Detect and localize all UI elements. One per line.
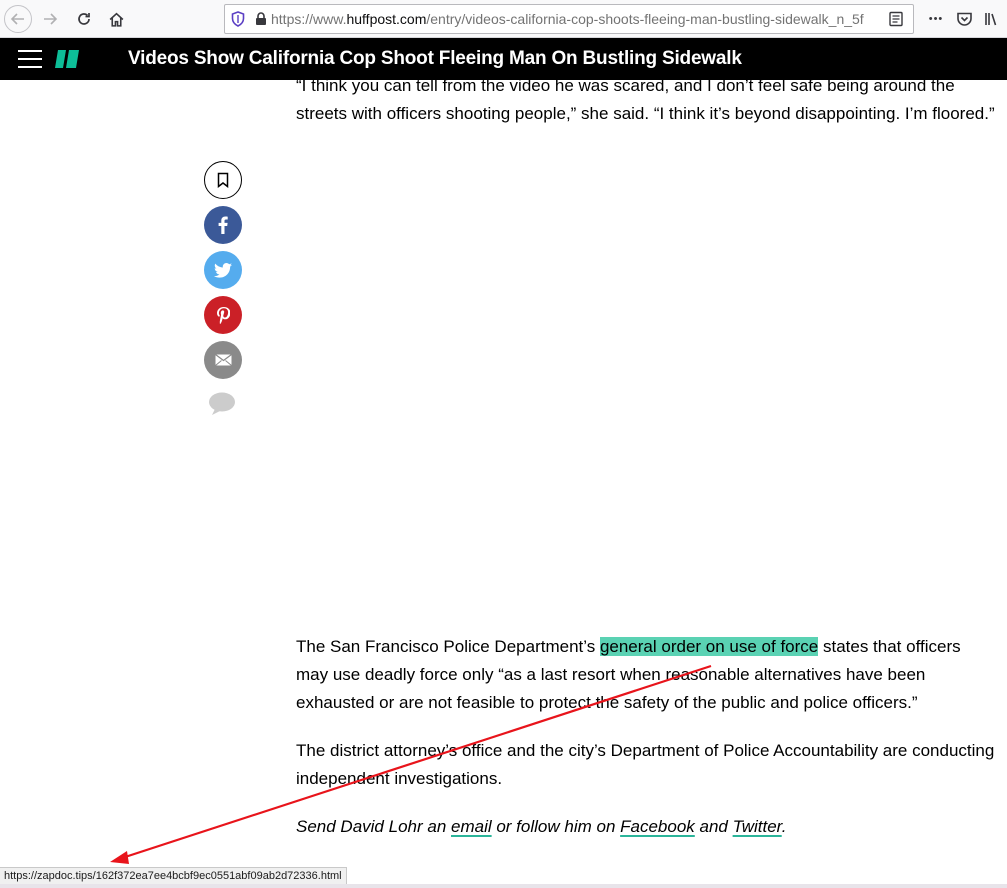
email-icon [214, 354, 232, 366]
annotation-arrow-head [110, 851, 129, 864]
author-contact-line: Send David Lohr an email or follow him o… [296, 817, 787, 836]
article-paragraph-investigations: The district attorney’s office and the c… [296, 741, 995, 788]
more-icon: ••• [928, 13, 944, 25]
tracking-shield-button[interactable] [225, 5, 251, 33]
site-security-button[interactable] [251, 5, 271, 33]
pocket-icon [956, 12, 972, 26]
bookmark-icon [217, 172, 229, 188]
page-title: Videos Show California Cop Shoot Fleeing… [128, 48, 742, 69]
twitter-share-button[interactable] [204, 251, 242, 289]
arrow-right-icon [44, 13, 58, 25]
huffpost-logo[interactable] [55, 47, 79, 71]
reload-icon [78, 13, 90, 25]
arrow-left-icon [10, 13, 24, 25]
email-author-link[interactable]: email [451, 817, 492, 836]
library-button[interactable] [980, 5, 1004, 33]
use-of-force-link[interactable]: general order on use of force [599, 637, 819, 656]
hamburger-icon [18, 50, 42, 52]
facebook-share-button[interactable] [204, 206, 242, 244]
reader-view-icon [889, 11, 903, 27]
page-actions-button[interactable]: ••• [922, 5, 950, 33]
huffpost-logo-icon [55, 50, 79, 68]
bottom-strip [0, 884, 1007, 888]
facebook-icon [218, 216, 228, 234]
facebook-author-link[interactable]: Facebook [620, 817, 695, 836]
url-domain: huffpost.com [346, 11, 427, 27]
reader-view-button[interactable] [887, 10, 905, 28]
pinterest-share-button[interactable] [204, 296, 242, 334]
browser-toolbar: https://www.huffpost.com/entry/videos-ca… [0, 0, 1007, 38]
tracking-shield-icon [231, 11, 245, 27]
url-path: /entry/videos-california-cop-shoots-flee… [426, 11, 864, 27]
lock-icon [256, 12, 266, 25]
home-icon [109, 12, 123, 27]
article-paragraph-quote: “I think you can tell from the video he … [296, 76, 995, 123]
menu-button[interactable] [18, 50, 42, 68]
email-share-button[interactable] [204, 341, 242, 379]
comment-icon [209, 392, 235, 415]
twitter-author-link[interactable]: Twitter [733, 817, 782, 836]
article-paragraph-use-of-force: The San Francisco Police Department’s ge… [296, 637, 961, 712]
forward-button[interactable] [36, 5, 64, 33]
address-bar[interactable]: https://www.huffpost.com/entry/videos-ca… [224, 4, 914, 34]
twitter-icon [214, 262, 232, 278]
pinterest-icon [216, 306, 230, 324]
library-icon [985, 13, 997, 26]
back-button[interactable] [4, 5, 32, 33]
url-prefix: https://www. [271, 11, 347, 27]
reload-button[interactable] [70, 5, 98, 33]
pocket-button[interactable] [952, 5, 976, 33]
comments-button[interactable] [207, 389, 237, 419]
bookmark-button[interactable] [204, 161, 242, 199]
url-text[interactable]: https://www.huffpost.com/entry/videos-ca… [271, 11, 871, 27]
home-button[interactable] [102, 5, 130, 33]
